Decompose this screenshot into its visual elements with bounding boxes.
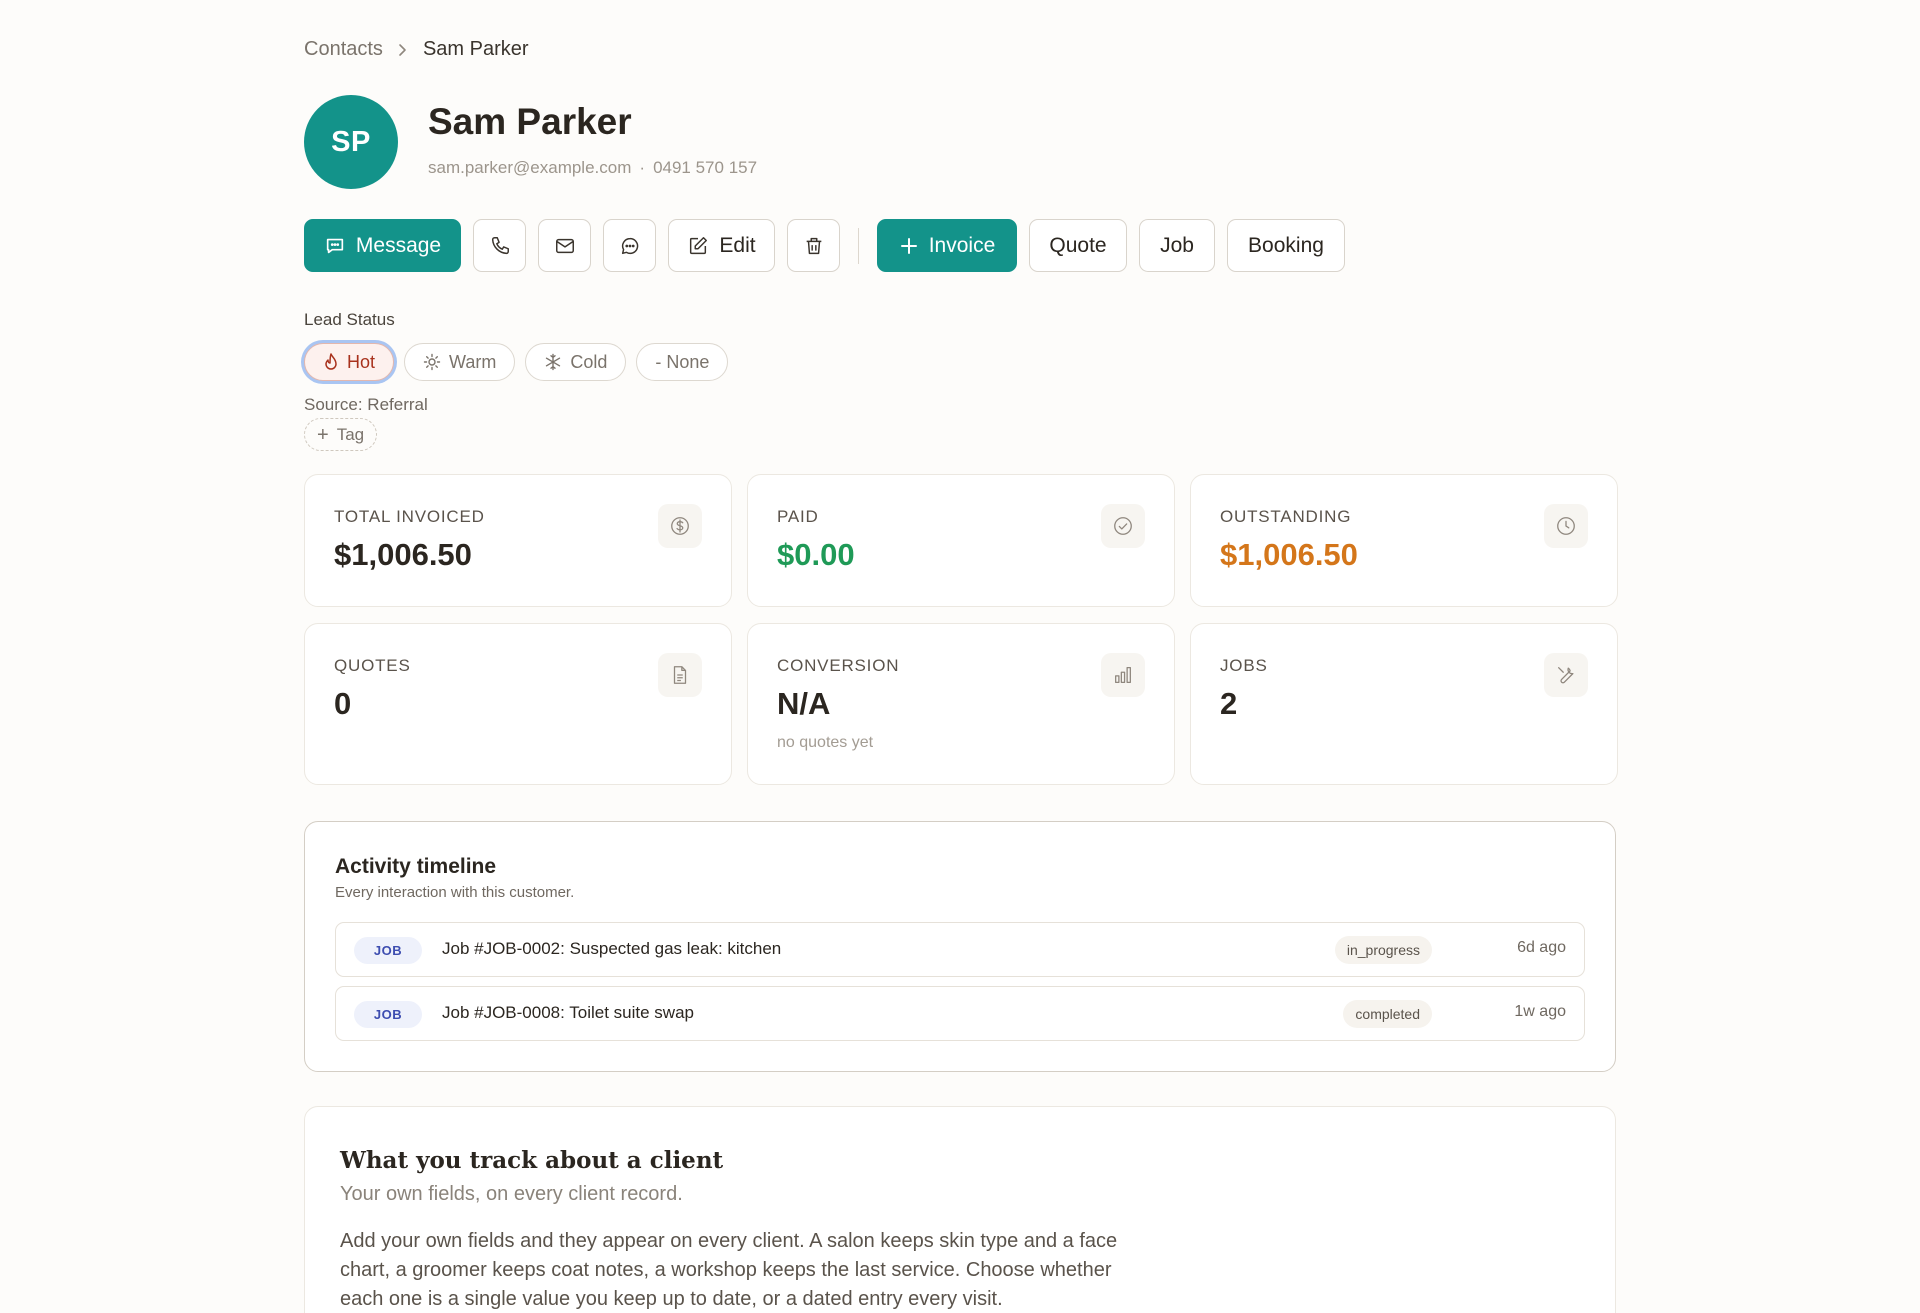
action-divider	[858, 227, 859, 264]
stat-card-conversion: CONVERSION N/A no quotes yet	[747, 623, 1175, 785]
chevron-right-icon	[397, 43, 409, 57]
stat-label: OUTSTANDING	[1220, 507, 1352, 526]
activity-row[interactable]: JOB Job #JOB-0002: Suspected gas leak: k…	[335, 922, 1585, 977]
stat-value: 0	[334, 686, 352, 721]
chat-bubble-icon	[326, 238, 344, 253]
custom-fields-description: Add your own fields and they appear on e…	[340, 1230, 1118, 1310]
wrench-icon	[1544, 653, 1588, 697]
lead-source: Source: Referral	[304, 395, 428, 414]
lead-status-hot[interactable]: Hot	[304, 343, 395, 381]
stat-label: CONVERSION	[777, 656, 900, 675]
activity-timeline: Activity timeline Every interaction with…	[304, 821, 1616, 1072]
lead-status-none[interactable]: - None	[636, 343, 729, 381]
stat-value: $1,006.50	[334, 537, 472, 572]
contact-email[interactable]: sam.parker@example.com	[428, 158, 631, 177]
snowflake-icon	[546, 353, 561, 371]
stat-card-jobs: JOBS 2	[1190, 623, 1618, 785]
edit-button-label: Edit	[719, 233, 756, 257]
phone-icon	[491, 236, 509, 254]
activity-type-badge: JOB	[354, 1001, 422, 1028]
new-job-button[interactable]: Job	[1139, 219, 1215, 272]
activity-time: 1w ago	[1514, 1003, 1566, 1020]
add-tag-button[interactable]: + Tag	[304, 418, 378, 451]
contact-phone[interactable]: 0491 570 157	[653, 158, 757, 177]
breadcrumb-contacts-link[interactable]: Contacts	[304, 38, 383, 61]
activity-text: Job #JOB-0008: Toilet suite swap	[442, 1003, 694, 1022]
stat-label: PAID	[777, 507, 819, 526]
lead-status-hot-label: Hot	[347, 351, 376, 372]
breadcrumb-current: Sam Parker	[422, 38, 529, 60]
dollar-circle-icon	[658, 504, 702, 548]
stat-value: N/A	[777, 686, 831, 721]
mail-icon	[555, 238, 574, 253]
breadcrumb: Contacts Sam Parker	[304, 38, 529, 61]
stat-value: 2	[1220, 686, 1238, 721]
meta-separator: ·	[639, 158, 646, 177]
activity-status-badge: in_progress	[1334, 936, 1432, 964]
invoice-button-label: Invoice	[928, 233, 996, 257]
new-invoice-button[interactable]: Invoice	[877, 219, 1017, 272]
email-button[interactable]	[538, 219, 591, 272]
avatar: SP	[304, 95, 398, 189]
edit-button[interactable]: Edit	[668, 219, 775, 272]
activity-status-badge: completed	[1343, 1000, 1432, 1028]
lead-status-cold-label: Cold	[570, 351, 608, 372]
custom-fields-card: What you track about a client Your own f…	[304, 1106, 1616, 1313]
stat-label: JOBS	[1220, 656, 1268, 675]
new-booking-button[interactable]: Booking	[1227, 219, 1345, 272]
sms-button[interactable]	[603, 219, 656, 272]
call-button[interactable]	[473, 219, 526, 272]
sms-icon	[621, 237, 638, 254]
pencil-icon	[690, 236, 708, 254]
trash-icon	[806, 237, 821, 254]
bar-chart-icon	[1101, 653, 1145, 697]
add-tag-label: Tag	[336, 424, 365, 444]
stat-card-quotes: QUOTES 0	[304, 623, 732, 785]
stat-value: $1,006.50	[1220, 537, 1358, 572]
lead-status-warm-label: Warm	[449, 351, 497, 372]
stat-label: QUOTES	[334, 656, 411, 675]
stat-card-paid: PAID $0.00	[747, 474, 1175, 607]
message-button-label: Message	[355, 233, 442, 257]
delete-button[interactable]	[787, 219, 840, 272]
check-circle-icon	[1101, 504, 1145, 548]
contact-meta: sam.parker@example.com · 0491 570 157	[428, 158, 757, 178]
lead-status-none-label: - None	[655, 351, 710, 372]
plus-icon: +	[317, 423, 329, 446]
custom-fields-subtitle: Your own fields, on every client record.	[340, 1183, 683, 1205]
flame-icon	[325, 353, 337, 370]
stat-subtext: no quotes yet	[777, 734, 874, 751]
lead-status-warm[interactable]: Warm	[404, 343, 516, 381]
message-button[interactable]: Message	[304, 219, 461, 272]
activity-title: Activity timeline	[335, 855, 497, 878]
stat-label: TOTAL INVOICED	[334, 507, 485, 526]
lead-status-cold[interactable]: Cold	[525, 343, 627, 381]
lead-status-label: Lead Status	[304, 310, 395, 329]
activity-subtitle: Every interaction with this customer.	[335, 884, 575, 901]
custom-fields-title: What you track about a client	[340, 1147, 724, 1174]
document-icon	[658, 653, 702, 697]
stat-card-outstanding: OUTSTANDING $1,006.50	[1190, 474, 1618, 607]
activity-text: Job #JOB-0002: Suspected gas leak: kitch…	[442, 939, 782, 958]
lead-status-options: Hot Warm Cold - None	[304, 343, 738, 381]
sun-icon	[423, 353, 441, 371]
plus-icon	[900, 237, 917, 254]
contact-name: Sam Parker	[428, 101, 632, 142]
activity-time: 6d ago	[1517, 939, 1566, 956]
clock-icon	[1544, 504, 1588, 548]
new-quote-button[interactable]: Quote	[1029, 219, 1127, 272]
action-bar: Message Edit Invoice Quote Job Booking	[304, 219, 1357, 272]
stat-value: $0.00	[777, 537, 855, 572]
activity-type-badge: JOB	[354, 937, 422, 964]
activity-row[interactable]: JOB Job #JOB-0008: Toilet suite swap com…	[335, 986, 1585, 1041]
stat-card-total-invoiced: TOTAL INVOICED $1,006.50	[304, 474, 732, 607]
